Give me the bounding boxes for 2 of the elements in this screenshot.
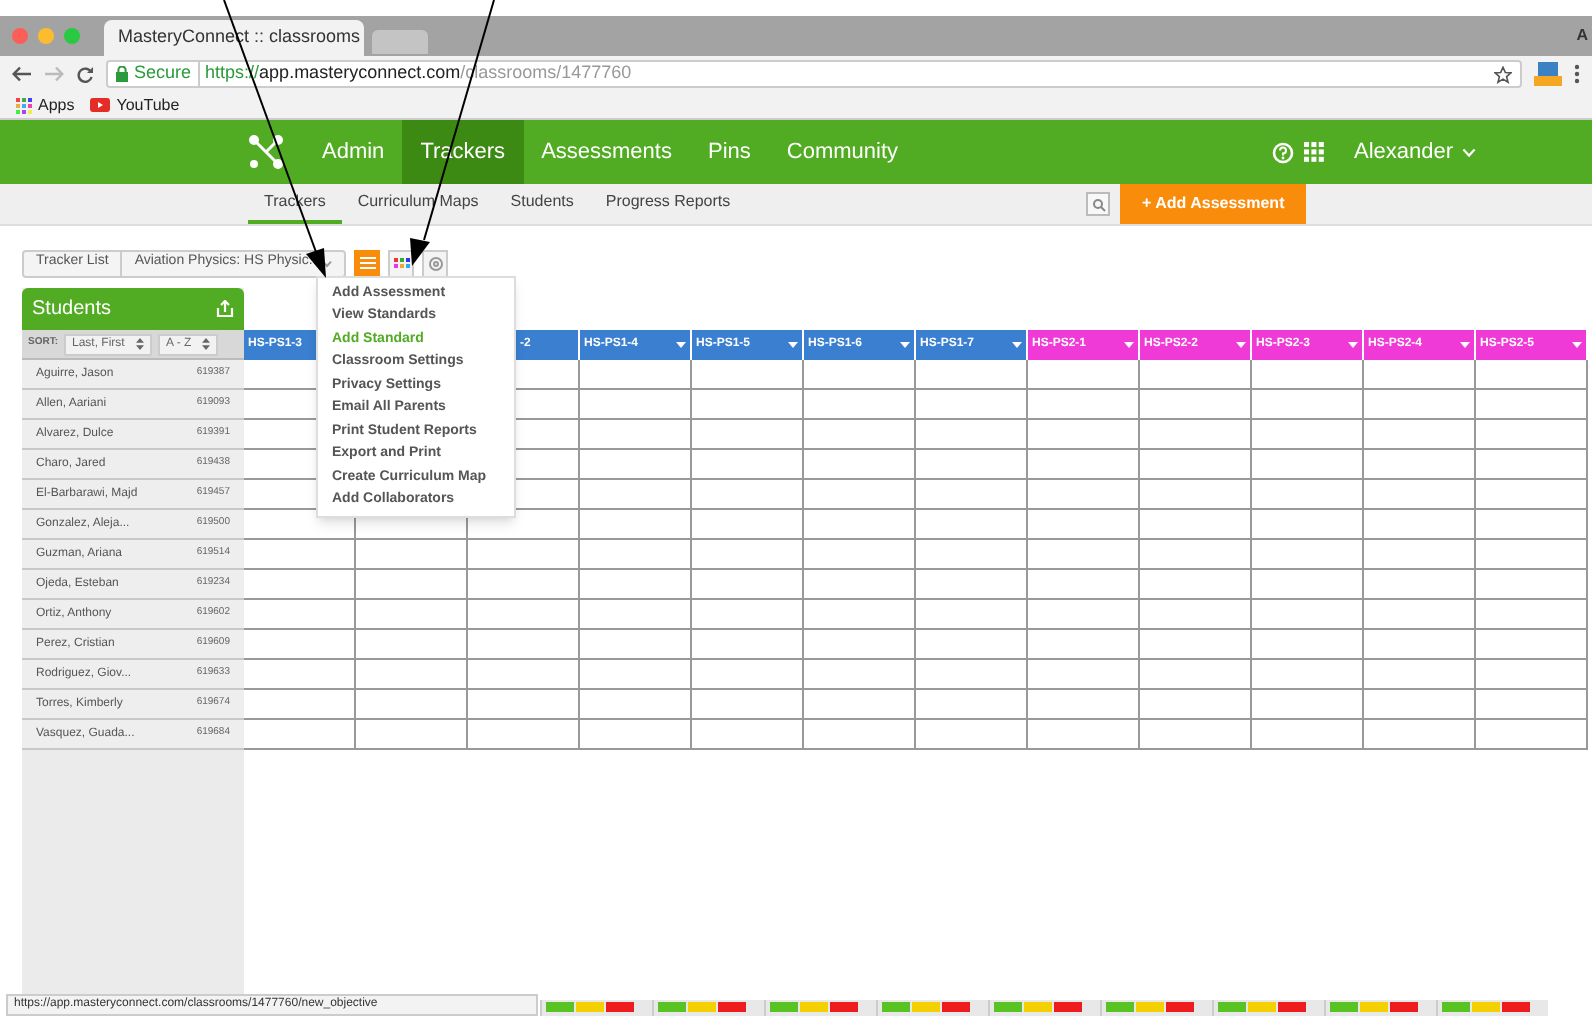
panel-title: Students [32,296,111,324]
secure-label: Secure [134,60,200,88]
